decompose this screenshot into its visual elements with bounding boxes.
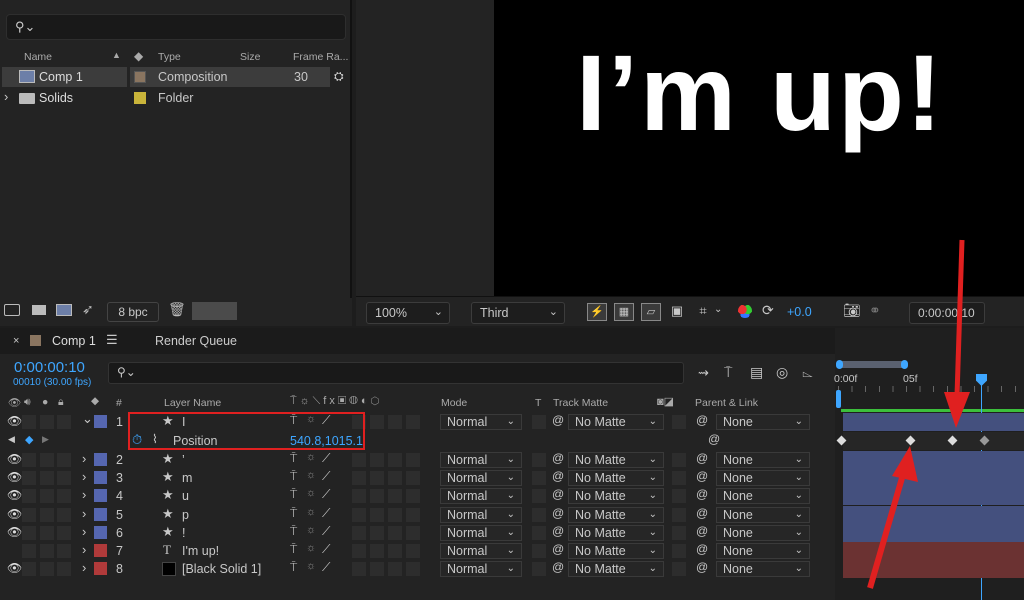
arrow-down-head [944, 392, 970, 428]
arrow-up [867, 477, 905, 589]
arrow-up-head [892, 446, 918, 482]
annotation-arrows [867, 239, 970, 589]
arrow-down [954, 239, 965, 397]
